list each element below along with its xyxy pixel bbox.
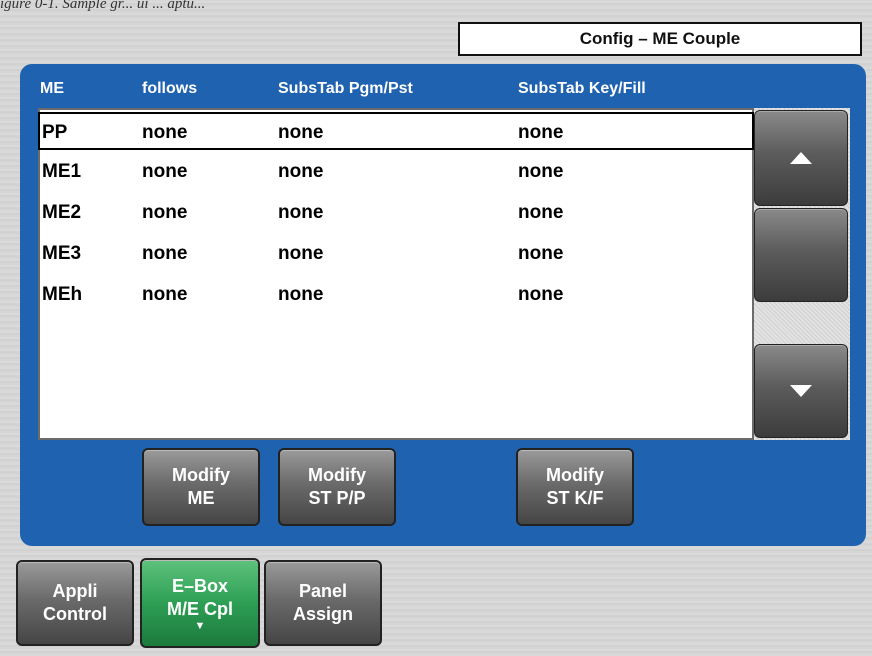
cell-me: PP [42,122,68,143]
tab-label: Panel [298,581,348,601]
cell-substab-pgm: none [278,161,324,182]
table-row[interactable]: ME1 none none none [40,153,752,191]
cell-follows: none [142,243,188,264]
cell-substab-key: none [518,243,564,264]
cell-follows: none [142,122,188,143]
cell-follows: none [142,161,188,182]
figure-caption: igure 0-1. Sample gr... ui ... aptu... [0,0,206,12]
arrow-up-icon [790,152,812,164]
tab-label: Assign [292,604,353,624]
button-label: Modify [172,465,230,485]
button-label: ST K/F [546,488,604,508]
modify-st-pp-button[interactable]: Modify ST P/P [278,448,396,526]
tab-label: Control [43,604,107,624]
tab-appli-control[interactable]: Appli Control [16,560,134,646]
cell-substab-key: none [518,122,564,143]
cell-substab-pgm: none [278,243,324,264]
scroll-thumb[interactable] [754,208,848,302]
cell-substab-key: none [518,202,564,223]
cell-substab-key: none [518,161,564,182]
cell-substab-pgm: none [278,202,324,223]
button-label: Modify [308,465,366,485]
column-header-substab-pgm: SubsTab Pgm/Pst [278,80,413,97]
cell-follows: none [142,284,188,305]
button-label: Modify [546,465,604,485]
column-header-me: ME [40,80,64,97]
cell-substab-key: none [518,284,564,305]
cell-substab-pgm: none [278,284,324,305]
table-row[interactable]: ME2 none none none [40,194,752,232]
tab-label: Appli [52,581,98,601]
column-header-substab-key: SubsTab Key/Fill [518,80,646,97]
tab-ebox-me-cpl[interactable]: E–Box M/E Cpl ▼ [140,558,260,648]
scroll-up-button[interactable] [754,110,848,206]
cell-substab-pgm: none [278,122,324,143]
scroll-down-button[interactable] [754,344,848,438]
tab-label: E–Box [171,576,229,596]
cell-me: ME1 [42,161,82,182]
tab-panel-assign[interactable]: Panel Assign [264,560,382,646]
modify-me-button[interactable]: Modify ME [142,448,260,526]
modify-st-kf-button[interactable]: Modify ST K/F [516,448,634,526]
cell-me: ME3 [42,243,82,264]
table-row[interactable]: MEh none none none [40,276,752,314]
arrow-down-icon [790,385,812,397]
column-header-follows: follows [142,80,198,97]
cell-follows: none [142,202,188,223]
button-label: ME [187,488,215,508]
button-label: ST P/P [308,488,366,508]
page-title: Config – ME Couple [458,22,862,56]
table-row-selected[interactable]: PP none none none [38,112,754,150]
me-couple-list[interactable]: PP none none none ME1 none none none ME2… [38,108,754,440]
table-row[interactable]: ME3 none none none [40,235,752,273]
tab-label: M/E Cpl [167,599,233,619]
cell-me: MEh [42,284,83,305]
chevron-down-icon: ▼ [194,620,206,632]
cell-me: ME2 [42,202,82,223]
